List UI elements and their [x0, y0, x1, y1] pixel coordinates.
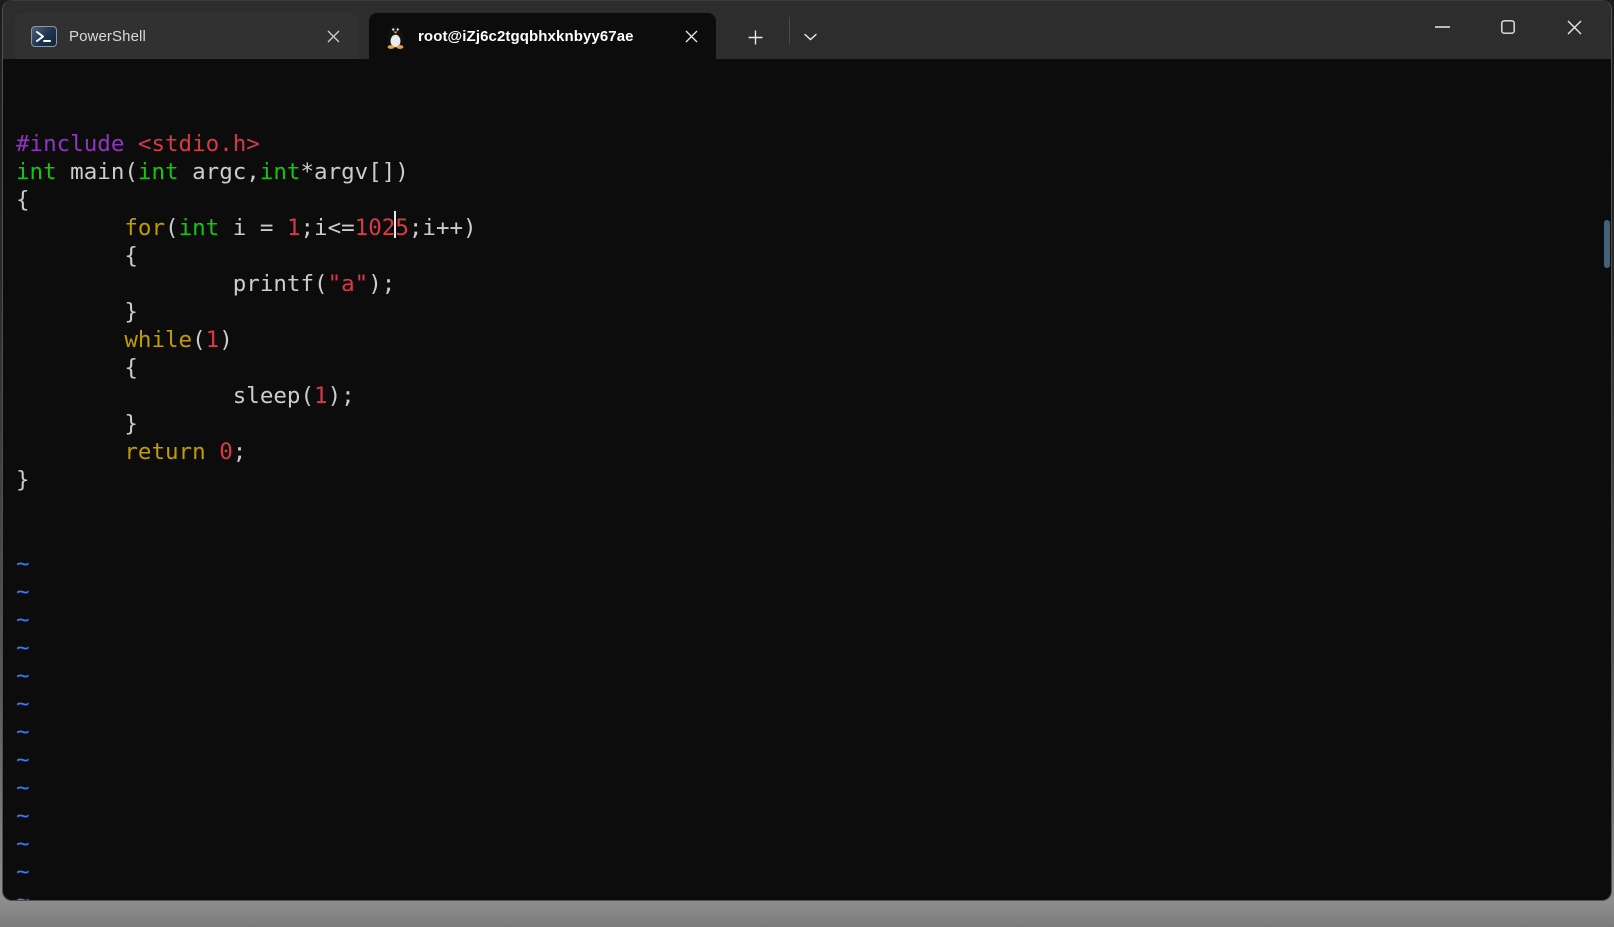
code-line: { [16, 242, 1611, 270]
code-segment: ;i++) [409, 215, 477, 241]
code-segment [124, 131, 138, 157]
code-segment: { [16, 187, 30, 213]
code-segment: 1 [287, 215, 301, 241]
code-line: printf("a"); [16, 270, 1611, 298]
empty-line-tilde: ~ [16, 718, 1611, 746]
powershell-icon [31, 26, 57, 47]
code-segment: main( [57, 159, 138, 185]
code-segment: int [16, 159, 57, 185]
empty-line-tilde: ~ [16, 662, 1611, 690]
terminal-screen[interactable]: #include <stdio.h>int main(int argc,int*… [3, 59, 1611, 900]
tab-title: PowerShell [69, 28, 308, 45]
code-line: #include <stdio.h> [16, 130, 1611, 158]
vim-empty-lines: ~~~~~~~~~~~~~~ [16, 550, 1611, 901]
close-tab-icon[interactable] [320, 23, 346, 49]
empty-line-tilde: ~ [16, 578, 1611, 606]
code-segment: 5 [395, 215, 409, 241]
chevron-down-icon [804, 33, 817, 41]
code-segment: <stdio.h> [138, 131, 260, 157]
code-line: } [16, 298, 1611, 326]
tab-title: root@iZj6c2tgqbhxknbyy67ae [418, 28, 666, 45]
code-segment: 1 [314, 383, 328, 409]
maximize-button[interactable] [1475, 1, 1541, 53]
empty-line-tilde: ~ [16, 550, 1611, 578]
window-controls [1409, 1, 1607, 53]
code-line: sleep(1); [16, 382, 1611, 410]
tux-icon [385, 24, 406, 49]
empty-line-tilde: ~ [16, 858, 1611, 886]
code-segment: int [179, 215, 220, 241]
code-line: } [16, 466, 1611, 494]
code-segment [16, 327, 124, 353]
plus-icon [748, 30, 763, 45]
code-segment: 102 [355, 215, 396, 241]
empty-line-tilde: ~ [16, 830, 1611, 858]
close-tab-icon[interactable] [678, 23, 704, 49]
code-line: int main(int argc,int*argv[]) [16, 158, 1611, 186]
code-segment: for [124, 215, 165, 241]
code-segment: ( [192, 327, 206, 353]
code-segment: int [260, 159, 301, 185]
code-segment: ); [328, 383, 355, 409]
empty-line-tilde: ~ [16, 774, 1611, 802]
code-segment: 1 [206, 327, 220, 353]
code-segment: ) [219, 327, 233, 353]
code-segment: sleep( [16, 383, 314, 409]
code-segment: return [124, 439, 205, 465]
code-line: { [16, 354, 1611, 382]
code-segment: } [16, 299, 138, 325]
tab-dropdown-button[interactable] [793, 19, 827, 55]
code-segment: } [16, 467, 30, 493]
code-line: return 0; [16, 438, 1611, 466]
close-icon [1567, 20, 1582, 35]
empty-line-tilde: ~ [16, 690, 1611, 718]
scrollbar-thumb[interactable] [1604, 220, 1610, 268]
terminal-window: PowerShell root@iZj6 [2, 0, 1612, 901]
empty-line-tilde: ~ [16, 634, 1611, 662]
code-segment: *argv[]) [300, 159, 408, 185]
code-segment: ( [165, 215, 179, 241]
code-segment: printf( [16, 271, 328, 297]
code-segment: } [16, 411, 138, 437]
empty-line-tilde: ~ [16, 886, 1611, 901]
empty-line-tilde: ~ [16, 746, 1611, 774]
vim-buffer: #include <stdio.h>int main(int argc,int*… [16, 130, 1611, 494]
minimize-button[interactable] [1409, 1, 1475, 53]
close-window-button[interactable] [1541, 1, 1607, 53]
empty-line-tilde: ~ [16, 606, 1611, 634]
minimize-icon [1435, 26, 1450, 28]
code-segment: #include [16, 131, 124, 157]
code-segment: ;i<= [300, 215, 354, 241]
code-segment: { [16, 355, 138, 381]
code-segment [206, 439, 220, 465]
tab-powershell[interactable]: PowerShell [15, 13, 358, 59]
code-line: } [16, 410, 1611, 438]
code-segment: i = [219, 215, 287, 241]
code-segment [16, 215, 124, 241]
code-segment: 0 [219, 439, 233, 465]
empty-line-tilde: ~ [16, 802, 1611, 830]
code-segment: ); [368, 271, 395, 297]
tabbar-divider [789, 17, 790, 45]
new-tab-button[interactable] [733, 19, 777, 55]
tab-ssh-session[interactable]: root@iZj6c2tgqbhxknbyy67ae [369, 13, 716, 59]
code-line: for(int i = 1;i<=1025;i++) [16, 214, 1611, 242]
code-segment: while [124, 327, 192, 353]
code-segment: { [16, 243, 138, 269]
code-segment: int [138, 159, 179, 185]
code-segment [16, 439, 124, 465]
code-segment: ; [233, 439, 247, 465]
titlebar-drag-region[interactable]: PowerShell root@iZj6 [3, 1, 1611, 59]
code-segment: argc, [179, 159, 260, 185]
code-line: while(1) [16, 326, 1611, 354]
code-segment: "a" [328, 271, 369, 297]
code-line: { [16, 186, 1611, 214]
maximize-icon [1501, 20, 1515, 34]
